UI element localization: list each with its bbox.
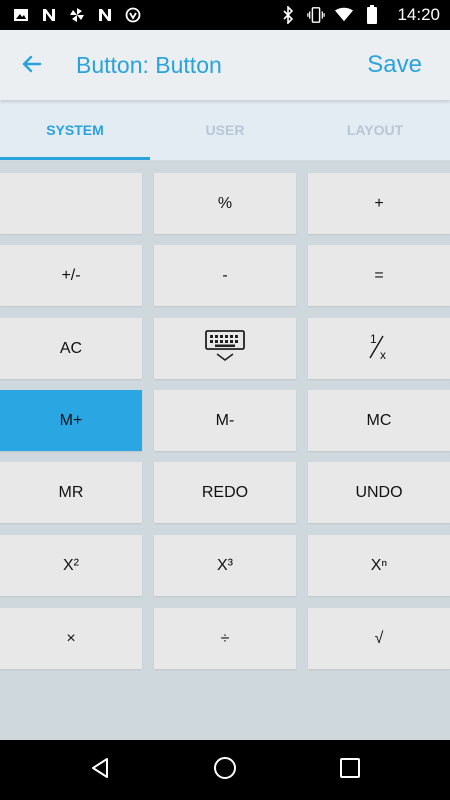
key-empty[interactable]: [0, 173, 142, 234]
save-button[interactable]: Save: [367, 51, 422, 79]
circle-home-icon: [212, 755, 238, 786]
square-recents-icon: [339, 757, 361, 784]
navigation-bar: [0, 740, 450, 800]
tab-bar: SYSTEM USER LAYOUT: [0, 100, 450, 161]
key-m-minus[interactable]: M-: [154, 390, 296, 451]
tab-system[interactable]: SYSTEM: [0, 100, 150, 160]
image-icon: [12, 6, 30, 24]
key-power-n[interactable]: Xⁿ: [308, 535, 450, 596]
back-button[interactable]: [14, 48, 50, 84]
triangle-back-icon: [88, 756, 112, 785]
app-bar: Button: Button Save: [0, 30, 450, 100]
key-square-root[interactable]: √: [308, 608, 450, 669]
key-grid: % + +/- - = AC 1 x M+ M- MC MR REDO UNDO…: [0, 160, 450, 740]
keyboard-hide-icon: [204, 329, 246, 368]
nav-back-button[interactable]: [86, 756, 114, 784]
key-hide-keyboard[interactable]: [154, 318, 296, 379]
key-reciprocal[interactable]: 1 x: [308, 318, 450, 379]
bluetooth-icon: [279, 6, 297, 24]
status-bar-notifications: [12, 6, 142, 24]
page-title: Button: Button: [76, 52, 222, 78]
key-m-plus[interactable]: M+: [0, 390, 142, 451]
status-bar: 14:20: [0, 0, 450, 30]
key-equals[interactable]: =: [308, 245, 450, 306]
shield-icon: [124, 6, 142, 24]
key-plus-minus[interactable]: +/-: [0, 245, 142, 306]
key-undo[interactable]: UNDO: [308, 462, 450, 523]
status-clock: 14:20: [397, 5, 440, 24]
key-square[interactable]: X²: [0, 535, 142, 596]
arrow-back-icon: [20, 52, 44, 81]
status-bar-system: 14:20: [279, 5, 440, 25]
battery-icon: [363, 5, 381, 24]
key-ac[interactable]: AC: [0, 318, 142, 379]
vibrate-icon: [307, 6, 326, 24]
tab-user[interactable]: USER: [150, 100, 300, 160]
key-mr[interactable]: MR: [0, 462, 142, 523]
key-divide[interactable]: ÷: [154, 608, 296, 669]
svg-text:x: x: [380, 348, 386, 362]
key-redo[interactable]: REDO: [154, 462, 296, 523]
key-minus[interactable]: -: [154, 245, 296, 306]
wifi-icon: [335, 6, 354, 24]
key-multiply[interactable]: ×: [0, 608, 142, 669]
svg-text:1: 1: [370, 332, 377, 346]
nav-recents-button[interactable]: [336, 756, 364, 784]
nav-home-button[interactable]: [211, 756, 239, 784]
n-icon: [40, 6, 58, 24]
n-icon: [96, 6, 114, 24]
key-mc[interactable]: MC: [308, 390, 450, 451]
key-plus[interactable]: +: [308, 173, 450, 234]
key-cube[interactable]: X³: [154, 535, 296, 596]
pinwheel-icon: [68, 6, 86, 24]
tab-layout[interactable]: LAYOUT: [300, 100, 450, 160]
key-percent[interactable]: %: [154, 173, 296, 234]
reciprocal-icon: 1 x: [364, 330, 394, 367]
